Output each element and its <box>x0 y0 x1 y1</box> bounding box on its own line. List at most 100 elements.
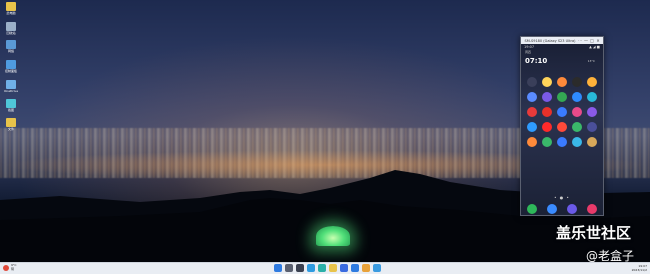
phone-dock <box>527 204 597 214</box>
app-icon-graphic <box>586 122 597 132</box>
desktop-icon[interactable]: 网络 <box>2 40 20 53</box>
glowing-tent <box>316 226 350 246</box>
window-title: SM-S9180 (Galaxy S23 Ultra) <box>524 38 576 43</box>
app-icon-5[interactable] <box>525 92 540 102</box>
app-icon-graphic <box>527 107 538 117</box>
widgets-icon[interactable] <box>307 264 315 272</box>
desktop-icon[interactable]: 文件 <box>2 118 20 131</box>
app-icon-14[interactable] <box>584 107 599 117</box>
messages-app-icon[interactable] <box>547 204 557 214</box>
app-icon-graphic <box>571 92 582 102</box>
status-icons: ▲ ◢ ■ <box>589 45 600 49</box>
app-icon-3[interactable] <box>569 77 584 87</box>
edge-icon[interactable] <box>318 264 326 272</box>
app-icon-graphic <box>556 107 567 117</box>
app-icon-12[interactable] <box>555 107 570 117</box>
taskbar-date: 2023/11/2 <box>631 268 647 272</box>
desktop-icon-label: 控制面板 <box>4 69 17 73</box>
status-time: 19:07 <box>524 45 535 49</box>
taskbar-apps <box>274 264 381 272</box>
onedrive-icon <box>6 80 16 89</box>
app-icon-graphic <box>571 122 582 132</box>
folder-icon <box>6 118 16 127</box>
desktop-icon[interactable]: 回收站 <box>2 22 20 35</box>
app-icon-9[interactable] <box>584 92 599 102</box>
app-icon-graphic <box>542 137 553 147</box>
app-icon-24[interactable] <box>584 137 599 147</box>
app-icon-8[interactable] <box>569 92 584 102</box>
app-icon-20[interactable] <box>525 137 540 147</box>
app-icon-7[interactable] <box>555 92 570 102</box>
control-panel-icon <box>6 60 16 69</box>
app-icon-2[interactable] <box>555 77 570 87</box>
app-icon-18[interactable] <box>569 122 584 132</box>
folder-icon <box>6 2 16 11</box>
desktop-icon-label: 截图 <box>7 108 14 112</box>
app-icon-10[interactable] <box>525 107 540 117</box>
window-titlebar[interactable]: SM-S9180 (Galaxy S23 Ultra) ⋯ — □ ✕ <box>521 37 603 44</box>
task-view-icon[interactable] <box>296 264 304 272</box>
start-icon[interactable] <box>274 264 282 272</box>
app-icon-graphic <box>527 92 538 102</box>
app-icon-graphic <box>571 107 582 117</box>
app-icon-13[interactable] <box>569 107 584 117</box>
app-icon-19[interactable] <box>584 122 599 132</box>
app-icon-15[interactable] <box>525 122 540 132</box>
app-icon-0[interactable] <box>525 77 540 87</box>
app-icon-graphic <box>527 122 538 132</box>
mail-icon[interactable] <box>351 264 359 272</box>
app-grid <box>525 77 599 147</box>
app-icon-6[interactable] <box>540 92 555 102</box>
app-icon-graphic <box>586 92 597 102</box>
app-icon-graphic <box>556 122 567 132</box>
screenshot-icon <box>6 99 16 108</box>
desktop-icon-label: 回收站 <box>6 31 16 35</box>
taskbar-clock[interactable]: 19:07 2023/11/2 <box>632 264 647 272</box>
app-icon-graphic <box>556 77 567 87</box>
phone-screen[interactable]: 19:07 ▲ ◢ ■ 周四 07:10 13°C • ● • <box>521 44 603 215</box>
phone-link-icon[interactable] <box>373 264 381 272</box>
desktop-icon-label: OneDrive <box>3 89 19 93</box>
app-icon-graphic <box>586 107 597 117</box>
app-icon-graphic <box>527 137 538 147</box>
app-icon-graphic <box>586 77 597 87</box>
desktop-icon[interactable]: 此电脑 <box>2 2 20 15</box>
desktop-icon-label: 文件 <box>7 127 14 131</box>
desktop-icon-label: 此电脑 <box>6 11 16 15</box>
phone-app-icon[interactable] <box>527 204 537 214</box>
app-icon-4[interactable] <box>584 77 599 87</box>
app-icon-1[interactable] <box>540 77 555 87</box>
explorer-icon[interactable] <box>329 264 337 272</box>
app-icon-21[interactable] <box>540 137 555 147</box>
store-icon[interactable] <box>340 264 348 272</box>
app-icon-graphic <box>542 77 553 87</box>
weather-desc: 阴 <box>11 266 15 271</box>
app-icon-graphic <box>542 122 553 132</box>
app-icon[interactable] <box>362 264 370 272</box>
app-icon-graphic <box>542 107 553 117</box>
app-icon-graphic <box>556 92 567 102</box>
recycle-bin-icon <box>6 22 16 31</box>
phone-mirror-window[interactable]: SM-S9180 (Galaxy S23 Ultra) ⋯ — □ ✕ 19:0… <box>520 36 604 216</box>
desktop-icon[interactable]: OneDrive <box>2 80 20 93</box>
app-icon-17[interactable] <box>555 122 570 132</box>
desktop-icon[interactable]: 控制面板 <box>2 60 20 73</box>
search-icon[interactable] <box>285 264 293 272</box>
app-icon-graphic <box>571 77 582 87</box>
desktop-icon[interactable]: 截图 <box>2 99 20 112</box>
weather-icon <box>3 264 9 271</box>
app-icon-11[interactable] <box>540 107 555 117</box>
phone-clock: 07:10 <box>525 57 548 65</box>
app-icon-23[interactable] <box>569 137 584 147</box>
taskbar-weather[interactable]: 9°C 阴 <box>3 263 17 271</box>
camera-app-icon[interactable] <box>587 204 597 214</box>
app-icon-16[interactable] <box>540 122 555 132</box>
taskbar: 9°C 阴 19:07 2023/11/2 <box>0 262 650 274</box>
app-icon-graphic <box>571 137 582 147</box>
app-icon-22[interactable] <box>555 137 570 147</box>
page-indicator: • ● • <box>554 195 570 200</box>
app-icon-graphic <box>542 92 553 102</box>
close-icon[interactable]: ✕ <box>595 38 601 43</box>
browser-app-icon[interactable] <box>567 204 577 214</box>
watermark-title: 盖乐世社区 <box>556 224 632 242</box>
